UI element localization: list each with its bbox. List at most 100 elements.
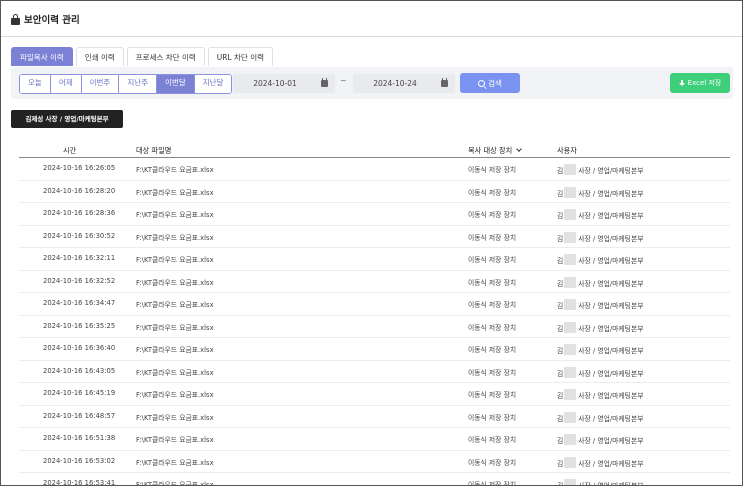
row-time: 2024-10-16 16:26:05 bbox=[43, 164, 116, 172]
column-header-file[interactable]: 대상 파일명 bbox=[136, 146, 171, 156]
table-row[interactable]: 2024-10-16 16:32:11 F:\KT클라우드 요금표.xlsx 이동식… bbox=[19, 248, 730, 271]
row-file-name: F:\KT클라우드 요금표.xlsx bbox=[136, 256, 214, 264]
column-header-user[interactable]: 사용자 bbox=[557, 146, 577, 156]
row-time: 2024-10-16 16:45:19 bbox=[43, 389, 116, 397]
row-time: 2024-10-16 16:28:36 bbox=[43, 209, 116, 217]
table-row[interactable]: 2024-10-16 16:34:47 F:\KT클라우드 요금표.xlsx 이동식… bbox=[19, 293, 730, 316]
header-divider bbox=[1, 36, 742, 37]
column-header-device[interactable]: 복사 대상 장치 bbox=[468, 146, 523, 156]
row-time: 2024-10-16 16:53:41 bbox=[43, 479, 116, 486]
excel-export-button[interactable]: Excel 저장 bbox=[670, 73, 730, 93]
row-time: 2024-10-16 16:35:25 bbox=[43, 321, 116, 330]
user-title-dept: 사장 / 영업/마케팅본부 bbox=[578, 369, 644, 378]
period-yesterday-button[interactable]: 어제 bbox=[50, 75, 82, 93]
row-device: 이동식 저장 장치 bbox=[468, 188, 517, 197]
row-file-name: F:\KT클라우드 요금표.xlsx bbox=[136, 458, 214, 467]
user-name-initial: 김 bbox=[557, 212, 564, 220]
date-range-separator: ~ bbox=[340, 76, 347, 85]
table-row[interactable]: 2024-10-16 16:53:02 F:\KT클라우드 요금표.xlsx 이동식… bbox=[19, 451, 730, 473]
row-device: 이동식 저장 장치 bbox=[468, 458, 517, 467]
redacted-name-mask bbox=[564, 276, 577, 288]
table-row[interactable]: 2024-10-16 16:45:19 F:\KT클라우드 요금표.xlsx 이동식… bbox=[19, 383, 730, 406]
table-row[interactable]: 2024-10-16 16:36:40 F:\KT클라우드 요금표.xlsx 이동식… bbox=[19, 338, 730, 361]
row-device: 이동식 저장 장치 bbox=[468, 301, 517, 309]
column-header-device-label: 복사 대상 장치 bbox=[468, 146, 513, 155]
search-button-label: 검색 bbox=[488, 78, 502, 88]
period-button-group: 오늘 어제 이번주 지난주 이번달 지난달 bbox=[19, 74, 233, 94]
row-time: 2024-10-16 16:30:52 bbox=[43, 231, 116, 240]
table-row[interactable]: 2024-10-16 16:53:41 F:\KT클라우드 요금표.xlsx 이동식… bbox=[19, 473, 730, 486]
row-device: 이동식 저장 장치 bbox=[468, 166, 517, 174]
redacted-name-mask bbox=[564, 254, 577, 265]
user-title-dept: 사장 / 영업/마케팅본부 bbox=[578, 324, 644, 333]
user-name-initial: 김 bbox=[557, 369, 564, 378]
history-tabs: 파일복사 이력 인쇄 이력 프로세스 차단 이력 URL 차단 이력 bbox=[11, 47, 273, 66]
user-title-dept: 사장 / 영업/마케팅본부 bbox=[578, 234, 644, 243]
user-title-dept: 사장 / 영업/마케팅본부 bbox=[578, 302, 644, 310]
row-user: 김 사장 / 영업/마케팅본부 bbox=[557, 231, 644, 243]
period-this-week-button[interactable]: 이번주 bbox=[81, 75, 120, 93]
table-row[interactable]: 2024-10-16 16:35:25 F:\KT클라우드 요금표.xlsx 이동식… bbox=[19, 316, 730, 338]
redacted-name-mask bbox=[564, 344, 577, 355]
row-device: 이동식 저장 장치 bbox=[468, 211, 517, 219]
tab-process-block[interactable]: 프로세스 차단 이력 bbox=[126, 47, 205, 66]
redacted-name-mask bbox=[564, 209, 577, 220]
tab-url-block[interactable]: URL 차단 이력 bbox=[207, 47, 273, 66]
user-title-dept: 사장 / 영업/마케팅본부 bbox=[578, 279, 644, 288]
row-user: 김 사장 / 영업/마케팅본부 bbox=[557, 434, 643, 445]
redacted-name-mask bbox=[564, 456, 577, 468]
period-last-month-button[interactable]: 지난달 bbox=[194, 75, 232, 93]
row-file-name: F:\KT클라우드 요금표.xlsx bbox=[136, 413, 214, 422]
user-name-initial: 김 bbox=[557, 167, 564, 175]
row-time: 2024-10-16 16:36:40 bbox=[43, 344, 116, 352]
user-name-initial: 김 bbox=[557, 257, 564, 265]
tab-print[interactable]: 인쇄 이력 bbox=[75, 47, 124, 66]
start-date-input[interactable]: 2024-10-01 bbox=[233, 74, 335, 93]
calendar-icon[interactable] bbox=[321, 78, 328, 87]
period-this-month-button[interactable]: 이번달 bbox=[157, 75, 195, 93]
table-row[interactable]: 2024-10-16 16:30:52 F:\KT클라우드 요금표.xlsx 이동식… bbox=[19, 226, 730, 248]
search-button[interactable]: 검색 bbox=[460, 73, 520, 93]
table-row[interactable]: 2024-10-16 16:28:36 F:\KT클라우드 요금표.xlsx 이동식… bbox=[19, 203, 730, 226]
row-file-name: F:\KT클라우드 요금표.xlsx bbox=[136, 368, 214, 377]
row-user: 김 사장 / 영업/마케팅본부 bbox=[557, 321, 644, 333]
row-device: 이동식 저장 장치 bbox=[468, 436, 517, 444]
table-row[interactable]: 2024-10-16 16:48:57 F:\KT클라우드 요금표.xlsx 이동식… bbox=[19, 406, 730, 428]
redacted-name-mask bbox=[564, 164, 577, 175]
row-device: 이동식 저장 장치 bbox=[468, 323, 517, 332]
user-title-dept: 사장 / 영업/마케팅본부 bbox=[578, 437, 644, 445]
selected-user-chip[interactable]: 김제성 사장 / 영업/마케팅본부 bbox=[11, 110, 123, 128]
user-name-initial: 김 bbox=[557, 347, 564, 355]
row-time: 2024-10-16 16:32:52 bbox=[43, 276, 116, 285]
table-row[interactable]: 2024-10-16 16:51:38 F:\KT클라우드 요금표.xlsx 이동식… bbox=[19, 428, 730, 451]
column-header-time[interactable]: 시간 bbox=[63, 146, 76, 156]
table-row[interactable]: 2024-10-16 16:43:05 F:\KT클라우드 요금표.xlsx 이동식… bbox=[19, 361, 730, 383]
table-header: 시간 대상 파일명 복사 대상 장치 사용자 bbox=[19, 145, 730, 158]
user-title-dept: 사장 / 영업/마케팅본부 bbox=[578, 459, 644, 468]
page-title: 보안이력 관리 bbox=[24, 15, 80, 26]
row-time: 2024-10-16 16:28:20 bbox=[43, 186, 116, 195]
app-window: 보안이력 관리 파일복사 이력 인쇄 이력 프로세스 차단 이력 URL 차단 … bbox=[0, 0, 743, 486]
tab-file-copy[interactable]: 파일복사 이력 bbox=[11, 47, 73, 66]
user-name-initial: 김 bbox=[557, 234, 564, 243]
redacted-name-mask bbox=[564, 299, 577, 310]
page-header: 보안이력 관리 bbox=[11, 12, 80, 26]
row-device: 이동식 저장 장치 bbox=[468, 413, 517, 422]
period-last-week-button[interactable]: 지난주 bbox=[119, 75, 158, 93]
row-time: 2024-10-16 16:32:11 bbox=[43, 254, 116, 262]
table-row[interactable]: 2024-10-16 16:26:05 F:\KT클라우드 요금표.xlsx 이동식… bbox=[19, 158, 730, 181]
table-row[interactable]: 2024-10-16 16:28:20 F:\KT클라우드 요금표.xlsx 이동식… bbox=[19, 181, 730, 203]
table-row[interactable]: 2024-10-16 16:32:52 F:\KT클라우드 요금표.xlsx 이동식… bbox=[19, 271, 730, 293]
row-file-name: F:\KT클라우드 요금표.xlsx bbox=[136, 323, 214, 332]
period-today-button[interactable]: 오늘 bbox=[20, 75, 51, 93]
redacted-name-mask bbox=[564, 366, 577, 378]
row-user: 김 사장 / 영업/마케팅본부 bbox=[557, 411, 643, 423]
row-device: 이동식 저장 장치 bbox=[468, 256, 517, 264]
calendar-icon[interactable] bbox=[441, 78, 448, 87]
row-device: 이동식 저장 장치 bbox=[468, 481, 517, 486]
end-date-input[interactable]: 2024-10-24 bbox=[353, 74, 455, 93]
row-file-name: F:\KT클라우드 요금표.xlsx bbox=[136, 188, 214, 197]
redacted-name-mask bbox=[564, 434, 577, 445]
lock-icon bbox=[11, 13, 20, 25]
sort-chevron-icon[interactable] bbox=[516, 146, 523, 152]
